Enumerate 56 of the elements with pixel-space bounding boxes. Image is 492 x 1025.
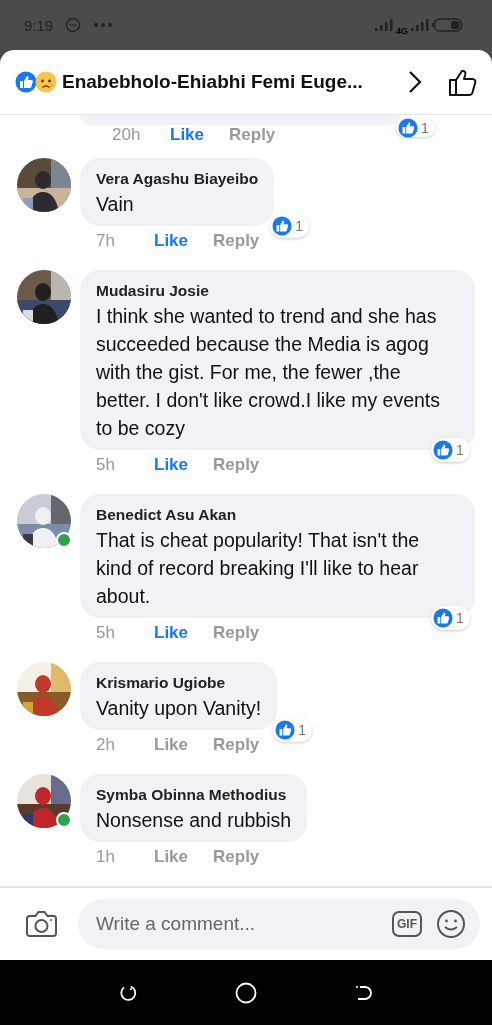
like-link[interactable]: Like bbox=[154, 847, 189, 867]
like-reaction-icon bbox=[398, 118, 418, 138]
camera-icon[interactable] bbox=[26, 910, 58, 938]
commenter-name[interactable]: Mudasiru Josie bbox=[96, 280, 459, 302]
commenter-name[interactable]: Symba Obinna Methodius bbox=[96, 784, 292, 806]
reaction-count[interactable]: 1 bbox=[270, 214, 310, 238]
reply-link[interactable]: Reply bbox=[213, 735, 260, 755]
reply-link[interactable]: Reply bbox=[213, 847, 260, 867]
more-icon bbox=[93, 22, 114, 28]
comment-time: 1h bbox=[96, 847, 116, 867]
like-reaction-icon bbox=[15, 71, 37, 93]
battery-icon bbox=[432, 18, 464, 32]
comment-text: Vain bbox=[96, 192, 135, 217]
reaction-count[interactable]: 1 bbox=[431, 438, 470, 462]
reply-link[interactable]: Reply bbox=[213, 231, 260, 251]
like-icon[interactable] bbox=[448, 67, 478, 97]
reaction-count[interactable]: 1 bbox=[431, 606, 470, 630]
comment-text: I think she wanted to trend and she has succeeded because the Media is agog with the gist. For me, the fewer ,the better. I don't like crowd.I like my events to be cozy bbox=[96, 304, 442, 441]
commenter-name[interactable]: Benedict Asu Akan bbox=[96, 504, 459, 526]
like-reaction-icon bbox=[272, 216, 293, 236]
like-link[interactable]: Like bbox=[170, 125, 205, 145]
reply-link[interactable]: Reply bbox=[213, 455, 260, 475]
like-reaction-icon bbox=[275, 720, 296, 740]
like-reaction-icon bbox=[433, 440, 453, 460]
comment-text: Vanity upon Vanity! bbox=[96, 696, 262, 721]
like-link[interactable]: Like bbox=[154, 623, 189, 643]
commenter-name[interactable]: Krismario Ugiobe bbox=[96, 672, 262, 694]
comment-input-field[interactable]: Write a comment... GIF bbox=[78, 899, 480, 949]
signal-icon bbox=[375, 19, 393, 31]
comment-text: Nonsense and rubbish bbox=[96, 808, 292, 833]
comment-time: 2h bbox=[96, 735, 116, 755]
like-link[interactable]: Like bbox=[154, 231, 189, 251]
comment-time: 20h bbox=[112, 125, 142, 145]
sad-reaction-icon bbox=[35, 71, 57, 93]
commenter-name[interactable]: Vera Agashu Biayeibo bbox=[96, 168, 259, 190]
post-author-title[interactable]: Enabebholo-Ehiabhi Femi Euge... bbox=[62, 71, 363, 93]
comment-time: 7h bbox=[96, 231, 116, 251]
network-label: 4G bbox=[396, 26, 408, 36]
reaction-count[interactable]: 1 bbox=[273, 718, 312, 742]
signal-icon bbox=[411, 19, 429, 31]
back-icon[interactable] bbox=[355, 983, 373, 1002]
like-reaction-icon bbox=[433, 608, 453, 628]
recent-apps-icon[interactable] bbox=[119, 983, 137, 1002]
reply-link[interactable]: Reply bbox=[229, 125, 276, 145]
home-icon[interactable] bbox=[235, 981, 257, 1004]
messenger-icon bbox=[65, 17, 82, 33]
comment-text: That is cheat popularity! That isn't the kind of record breaking I'll like to hear about. bbox=[96, 528, 421, 609]
comment-time: 5h bbox=[96, 455, 116, 475]
comment-time: 5h bbox=[96, 623, 116, 643]
chevron-right-icon[interactable] bbox=[408, 70, 422, 94]
emoji-icon[interactable] bbox=[436, 909, 466, 939]
gif-button[interactable]: GIF bbox=[392, 911, 422, 937]
like-link[interactable]: Like bbox=[154, 455, 189, 475]
reply-link[interactable]: Reply bbox=[213, 623, 260, 643]
like-link[interactable]: Like bbox=[154, 735, 189, 755]
reaction-count[interactable]: 1 bbox=[396, 119, 435, 137]
